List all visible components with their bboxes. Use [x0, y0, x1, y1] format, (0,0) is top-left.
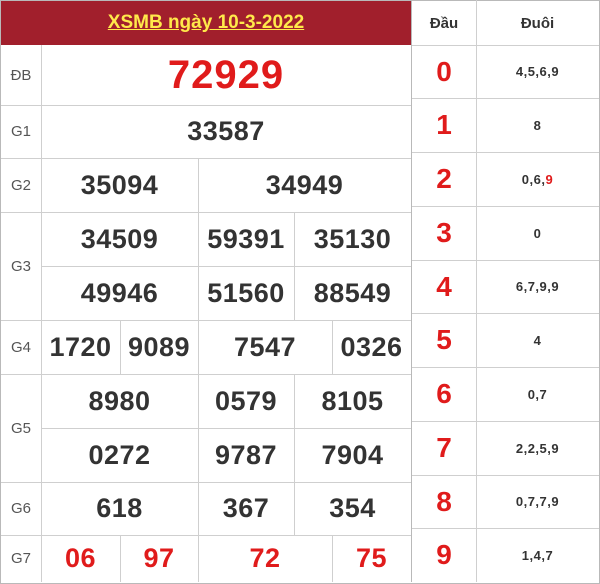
loto-dau: 5	[436, 324, 452, 355]
prize-g7-3: 72	[249, 543, 281, 573]
loto-dau: 9	[436, 539, 452, 570]
loto-dau: 2	[436, 163, 452, 194]
label-g1: G1	[10, 123, 31, 140]
label-db: ĐB	[10, 66, 32, 84]
prize-g5-5: 9787	[214, 439, 278, 470]
loto-duoi-main: 0,6,	[521, 171, 546, 187]
prize-g4-4: 0326	[340, 331, 403, 362]
loto-dau: 0	[436, 55, 452, 87]
label-g2: G2	[10, 176, 31, 194]
loto-dau: 7	[436, 432, 452, 463]
loto-dau: 8	[436, 485, 452, 517]
loto-head-label: Đầu	[429, 14, 459, 32]
loto-dau: 3	[436, 217, 452, 248]
prize-g5-1: 8980	[88, 385, 151, 416]
prize-g1: 33587	[187, 116, 265, 146]
label-g3: G3	[10, 257, 31, 275]
loto-duoi: 6,7,9,9	[515, 279, 560, 294]
loto-duoi: 0	[533, 225, 542, 241]
loto-duoi: 4,5,6,9	[515, 64, 560, 79]
loto-tail-label: Đuôi	[520, 14, 555, 32]
label-g4: G4	[10, 338, 31, 356]
loto-duoi: 4	[533, 332, 542, 348]
prize-g4-3: 7547	[233, 331, 297, 362]
prize-g4-2: 9089	[127, 331, 191, 362]
prize-g5-6: 7904	[321, 439, 384, 470]
loto-duoi: 0,6, 9	[477, 152, 598, 206]
prize-g3-5: 51560	[207, 277, 285, 308]
prize-g6-2: 367	[222, 493, 270, 523]
prize-g2-1: 35094	[80, 169, 159, 200]
prize-g3-3: 35130	[313, 223, 392, 254]
prize-g6-3: 354	[329, 493, 376, 523]
prize-g2-2: 34949	[265, 169, 344, 200]
loto-duoi-special: 9	[545, 171, 554, 187]
loto-dau: 1	[436, 109, 452, 140]
label-g6: G6	[10, 500, 31, 517]
prize-g3-4: 49946	[80, 277, 159, 308]
loto-duoi: 8	[533, 117, 542, 133]
loto-duoi: 0,7	[527, 386, 548, 402]
loto-dau: 4	[436, 270, 452, 302]
prize-g6-1: 618	[96, 493, 143, 523]
loto-duoi: 0,7,7,9	[515, 494, 560, 509]
label-g7: G7	[10, 550, 31, 567]
special-prize: 72929	[167, 52, 285, 97]
prize-g7-4: 75	[355, 543, 388, 573]
prize-g5-2: 0579	[214, 385, 278, 416]
loto-dau: 6	[436, 378, 452, 409]
prize-g3-1: 34509	[80, 223, 159, 254]
prize-g4-1: 1720	[49, 331, 112, 362]
loto-duoi: 2,2,5,9	[515, 440, 560, 456]
prize-g5-3: 8105	[321, 385, 384, 416]
prize-g7-2: 97	[143, 543, 175, 573]
prize-g3-6: 88549	[313, 277, 392, 308]
loto-duoi: 1,4,7	[521, 547, 554, 563]
prize-g3-2: 59391	[207, 223, 285, 254]
draw-title: XSMB ngày 10-3-2022	[1, 1, 411, 45]
prize-g5-4: 0272	[88, 439, 151, 470]
prize-g7-1: 06	[64, 543, 97, 573]
label-g5: G5	[10, 419, 31, 437]
